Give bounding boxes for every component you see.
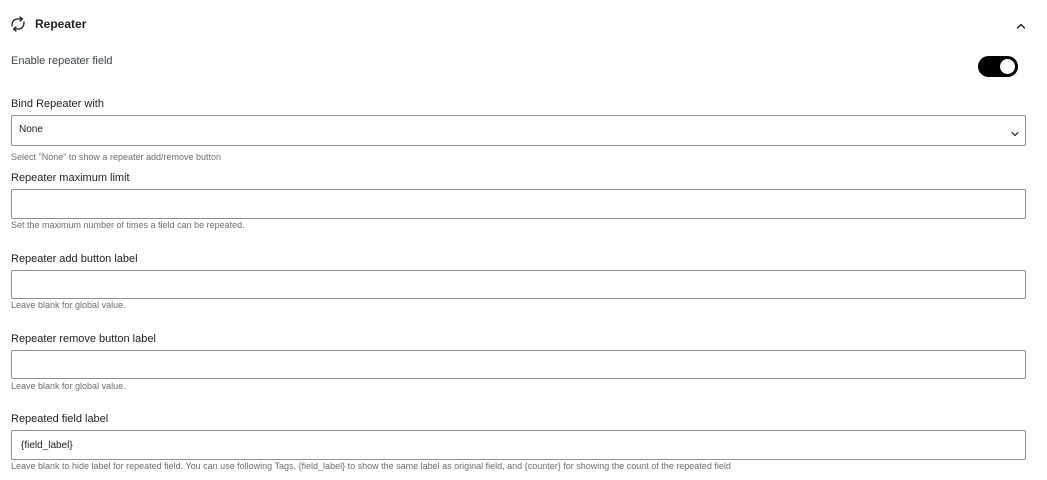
- bind-repeater-selected-value: None: [19, 124, 43, 135]
- add-button-label-help: Leave blank for global value.: [11, 300, 126, 310]
- add-button-label-label: Repeater add button label: [11, 253, 138, 265]
- max-limit-label: Repeater maximum limit: [11, 172, 130, 184]
- chevron-up-icon[interactable]: [1015, 19, 1027, 31]
- repeater-panel: Repeater Enable repeater field Bind Repe…: [0, 0, 1047, 480]
- remove-button-label-help: Leave blank for global value.: [11, 381, 126, 391]
- repeated-field-label-input[interactable]: [11, 430, 1026, 460]
- chevron-down-icon: [1010, 126, 1020, 137]
- bind-repeater-select[interactable]: None: [11, 115, 1026, 146]
- remove-button-label-input[interactable]: [11, 350, 1026, 379]
- enable-repeater-toggle[interactable]: [978, 56, 1018, 77]
- repeat-icon: [10, 16, 26, 32]
- enable-repeater-label: Enable repeater field: [11, 55, 113, 67]
- repeated-field-label-help: Leave blank to hide label for repeated f…: [11, 461, 731, 471]
- add-button-label-input[interactable]: [11, 270, 1026, 299]
- section-title: Repeater: [35, 17, 87, 31]
- toggle-knob: [1000, 59, 1015, 74]
- bind-repeater-label: Bind Repeater with: [11, 98, 104, 110]
- max-limit-input[interactable]: [11, 189, 1026, 219]
- repeater-header[interactable]: Repeater: [0, 0, 1047, 48]
- max-limit-help: Set the maximum number of times a field …: [11, 220, 245, 230]
- bind-repeater-help: Select "None" to show a repeater add/rem…: [11, 152, 222, 162]
- remove-button-label-label: Repeater remove button label: [11, 333, 156, 345]
- repeated-field-label-label: Repeated field label: [11, 413, 109, 425]
